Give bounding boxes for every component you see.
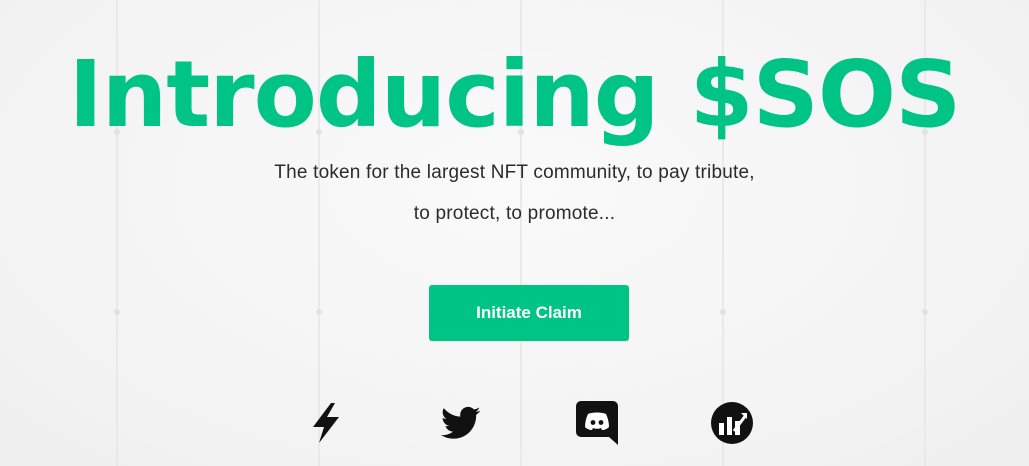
twitter-icon — [441, 406, 481, 439]
twitter-link[interactable] — [438, 400, 484, 446]
hero-subtitle-line2: to protect, to promote... — [413, 203, 616, 224]
chart-logo-link[interactable] — [709, 400, 755, 446]
discord-icon — [576, 401, 618, 445]
grid-dot — [316, 309, 322, 315]
lightning-link[interactable] — [303, 400, 349, 446]
hero-subtitle-line1: The token for the largest NFT community,… — [274, 162, 755, 183]
initiate-claim-button[interactable]: Initiate Claim — [429, 285, 629, 341]
discord-link[interactable] — [574, 400, 620, 446]
lightning-icon — [313, 403, 339, 443]
grid-dot — [720, 309, 726, 315]
grid-dot — [922, 309, 928, 315]
chart-logo-icon — [711, 402, 753, 444]
grid-dot — [114, 309, 120, 315]
hero-headline: Introducing $SOS — [68, 41, 962, 148]
